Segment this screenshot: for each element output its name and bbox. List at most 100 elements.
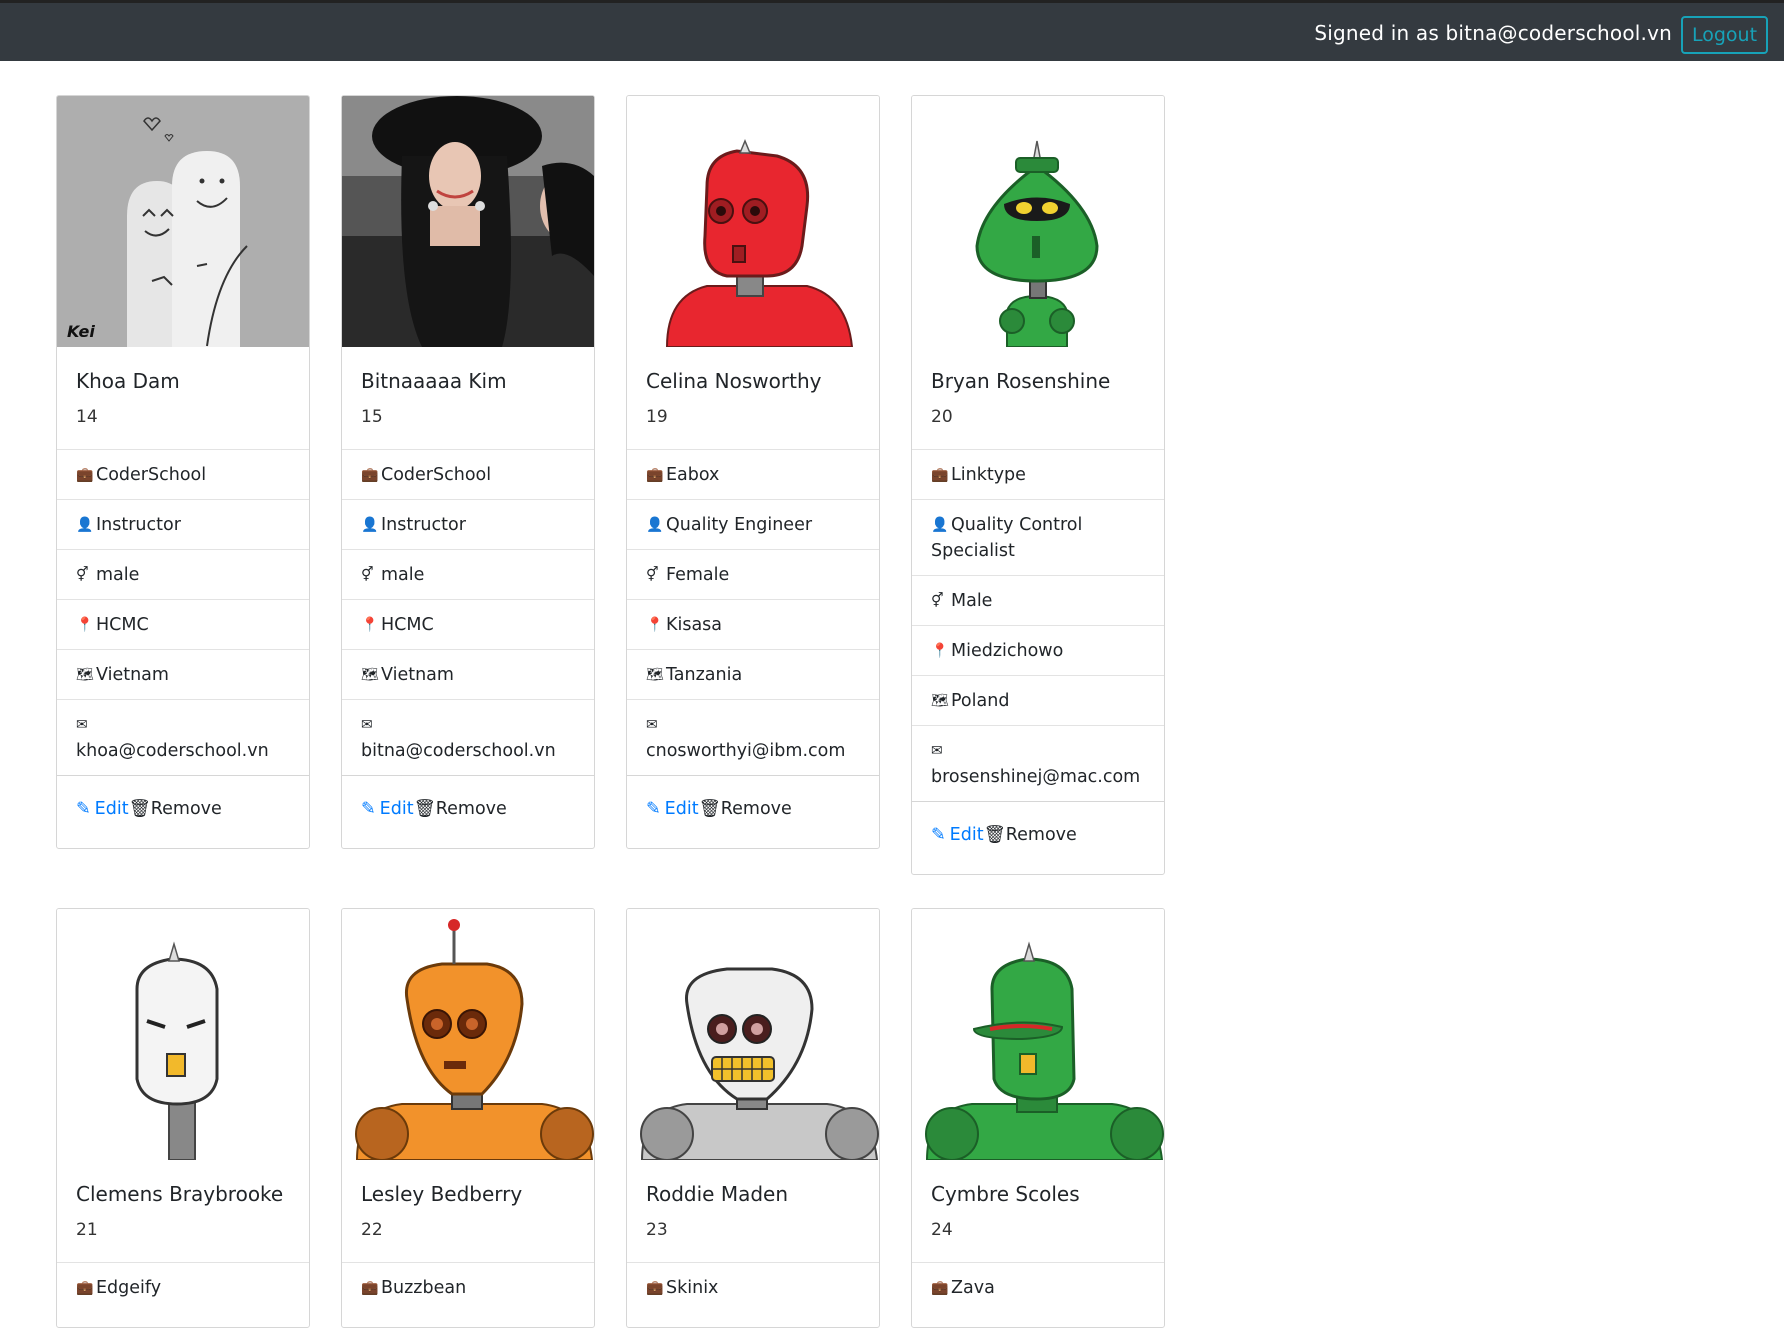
remove-link[interactable]: 🗑Remove [699,799,792,819]
user-card: Lesley Bedberry 22 💼 Buzzbean [341,908,595,1328]
job-text: Instructor [96,515,181,535]
company-item: 💼 Buzzbean [342,1262,594,1312]
trash-icon: 🗑 [128,799,151,819]
briefcase-icon: 💼 [361,467,379,483]
map-icon: 🗺 [361,667,379,683]
email-item: ✉ bitna@coderschool.vn [342,699,594,775]
user-age: 15 [361,407,383,427]
email-text: cnosworthyi@ibm.com [646,741,846,761]
briefcase-icon: 💼 [361,1280,379,1296]
svg-text:Kei: Kei [67,322,95,341]
user-age: 22 [361,1220,383,1240]
gender-item: ⚥ Female [627,549,879,599]
user-age: 21 [76,1220,98,1240]
company-text: Linktype [951,465,1026,485]
map-icon: 🗺 [76,667,94,683]
envelope-icon: ✉ [646,717,658,733]
genderless-icon: ⚥ [361,567,374,583]
remove-label: Remove [720,799,792,819]
company-text: CoderSchool [96,465,207,485]
edit-link[interactable]: ✎ Edit [646,799,699,819]
avatar [342,909,594,1160]
edit-link[interactable]: ✎ Edit [361,799,414,819]
navbar: Signed in as bitna@coderschool.vn Logout [0,0,1784,61]
city-text: HCMC [381,615,434,635]
city-item: 📍 HCMC [342,599,594,649]
gender-text: male [96,565,140,585]
user-name: Cymbre Scoles [931,1182,1080,1206]
company-item: 💼 Skinix [627,1262,879,1312]
edit-label: Edit [949,825,984,845]
logout-button[interactable]: Logout [1681,16,1768,54]
job-text: Instructor [381,515,466,535]
card-footer: ✎ Edit🗑Remove [627,775,879,842]
remove-label: Remove [1005,825,1077,845]
gender-text: Female [666,565,730,585]
briefcase-icon: 💼 [931,467,949,483]
city-item: 📍 Kisasa [627,599,879,649]
company-text: Skinix [666,1278,719,1298]
country-text: Tanzania [666,665,743,685]
user-age: 14 [76,407,98,427]
email-text: khoa@coderschool.vn [76,741,269,761]
company-item: 💼 Eabox [627,449,879,499]
envelope-icon: ✉ [931,743,943,759]
genderless-icon: ⚥ [76,567,89,583]
signed-in-text: Signed in as bitna@coderschool.vn [1314,21,1672,45]
card-footer: ✎ Edit🗑Remove [57,775,309,842]
city-item: 📍 HCMC [57,599,309,649]
briefcase-icon: 💼 [646,467,664,483]
company-item: 💼 CoderSchool [342,449,594,499]
user-card: Celina Nosworthy 19 💼 Eabox 👤 Quality Engi… [626,95,880,849]
avatar [627,96,879,347]
map-icon: 🗺 [931,693,949,709]
remove-link[interactable]: 🗑Remove [414,799,507,819]
company-item: 💼 CoderSchool [57,449,309,499]
email-text: brosenshinej@mac.com [931,767,1141,787]
envelope-icon: ✉ [361,717,373,733]
job-item: 👤 Instructor [342,499,594,549]
avatar [57,909,309,1160]
edit-link[interactable]: ✎ Edit [931,825,984,845]
edit-icon: ✎ [76,799,91,819]
company-item: 💼 Zava [912,1262,1164,1312]
map-pin-icon: 📍 [361,617,379,633]
edit-icon: ✎ [361,799,376,819]
country-item: 🗺 Tanzania [627,649,879,699]
user-age: 20 [931,407,953,427]
email-text: bitna@coderschool.vn [361,741,556,761]
briefcase-icon: 💼 [646,1280,664,1296]
user-tie-icon: 👤 [646,517,664,533]
company-text: Edgeify [96,1278,162,1298]
user-name: Bryan Rosenshine [931,369,1111,393]
edit-icon: ✎ [646,799,661,819]
edit-label: Edit [664,799,699,819]
city-item: 📍 Miedzichowo [912,625,1164,675]
edit-label: Edit [379,799,414,819]
card-footer: ✎ Edit🗑Remove [342,775,594,842]
genderless-icon: ⚥ [646,567,659,583]
gender-text: male [381,565,425,585]
trash-icon: 🗑 [413,799,436,819]
user-tie-icon: 👤 [931,517,949,533]
job-text: Quality Control Specialist [931,515,1083,561]
company-text: CoderSchool [381,465,492,485]
card-footer: ✎ Edit🗑Remove [912,801,1164,868]
city-text: Miedzichowo [951,641,1064,661]
user-card: Roddie Maden 23 💼 Skinix [626,908,880,1328]
email-item: ✉ brosenshinej@mac.com [912,725,1164,801]
company-text: Eabox [666,465,720,485]
remove-link[interactable]: 🗑Remove [984,825,1077,845]
company-item: 💼 Linktype [912,449,1164,499]
user-name: Celina Nosworthy [646,369,822,393]
user-name: Khoa Dam [76,369,180,393]
user-age: 19 [646,407,668,427]
briefcase-icon: 💼 [931,1280,949,1296]
remove-link[interactable]: 🗑Remove [129,799,222,819]
edit-link[interactable]: ✎ Edit [76,799,129,819]
company-text: Buzzbean [381,1278,467,1298]
edit-label: Edit [94,799,129,819]
user-age: 23 [646,1220,668,1240]
user-tie-icon: 👤 [76,517,94,533]
job-item: 👤 Quality Engineer [627,499,879,549]
